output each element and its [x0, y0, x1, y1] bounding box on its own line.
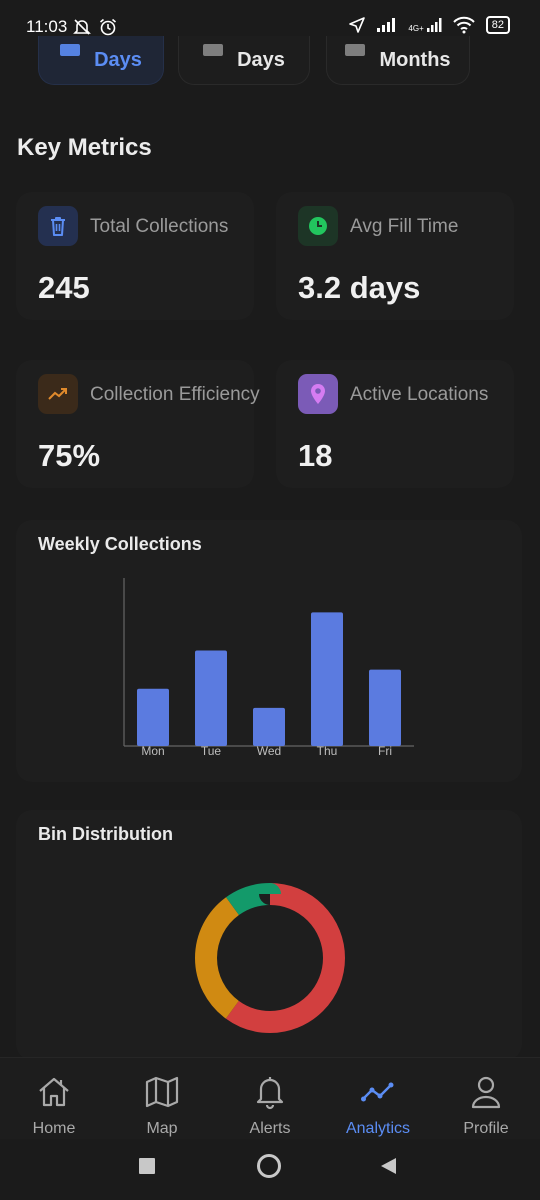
- mute-bell-icon: [73, 19, 91, 35]
- bar-mon: [137, 688, 169, 746]
- bar-fri: [369, 669, 401, 746]
- bar-thu: [311, 612, 343, 746]
- nav-label: Alerts: [249, 1120, 291, 1137]
- keyboard-icon: [203, 44, 224, 56]
- alarm-icon: [99, 18, 117, 36]
- map-pin-icon: [298, 374, 338, 414]
- tab-days[interactable]: Days: [178, 36, 310, 85]
- nav-label: Analytics: [345, 1120, 411, 1137]
- range-tabs: Days Days Months: [38, 36, 508, 86]
- system-nav-bar: [0, 1139, 540, 1200]
- tab-label: Days: [237, 48, 285, 71]
- metric-value: 75%: [38, 438, 101, 473]
- nav-label: Profile: [463, 1120, 509, 1137]
- nav-label: Map: [146, 1120, 178, 1137]
- location-arrow-icon: [349, 17, 366, 33]
- donut-slices: [195, 883, 345, 1033]
- x-tick-label: Wed: [257, 744, 281, 758]
- section-title: Key Metrics: [17, 134, 152, 161]
- bin-distribution-chart: [195, 883, 345, 1033]
- tab-days-active[interactable]: Days: [38, 36, 164, 85]
- tab-months[interactable]: Months: [326, 36, 470, 85]
- trend-up-icon: [38, 374, 78, 414]
- bottom-nav: Home Map Alerts Analytics Profile: [0, 1057, 540, 1140]
- analytics-icon: [361, 1082, 394, 1102]
- clock-icon: [298, 206, 338, 246]
- bin-distribution-card: Bin Distribution: [16, 810, 522, 1060]
- nav-label: Home: [32, 1120, 76, 1137]
- nav-item-profile[interactable]: Profile: [432, 1058, 540, 1140]
- profile-icon: [471, 1076, 501, 1109]
- bar-wed: [253, 707, 285, 746]
- metric-value: 18: [298, 438, 333, 473]
- battery-icon: 82: [485, 16, 510, 34]
- signal-4g-icon: 4G+: [408, 17, 442, 33]
- keyboard-icon: [60, 44, 81, 56]
- x-tick-label: Tue: [201, 744, 222, 758]
- signal-icon: [377, 18, 396, 32]
- home-circle-icon[interactable]: [256, 1153, 282, 1179]
- back-icon[interactable]: [378, 1156, 398, 1176]
- metric-label: Active Locations: [350, 384, 489, 405]
- map-icon: [145, 1076, 179, 1108]
- wifi-icon: [453, 16, 475, 34]
- tab-label: Months: [379, 48, 451, 71]
- network-type: 4G+: [408, 24, 424, 33]
- metric-value: 3.2 days: [298, 270, 421, 305]
- tab-label: Days: [94, 48, 142, 71]
- recent-apps-icon[interactable]: [137, 1156, 157, 1176]
- weekly-collections-card: Weekly Collections Mon Tue Wed Thu Fri: [16, 520, 522, 782]
- bell-icon: [256, 1077, 284, 1110]
- metric-label: Collection Efficiency: [90, 384, 260, 405]
- nav-item-alerts[interactable]: Alerts: [216, 1058, 324, 1140]
- metric-label: Total Collections: [90, 216, 229, 237]
- nav-item-map[interactable]: Map: [108, 1058, 216, 1140]
- metric-card-active-locations: Active Locations 18: [276, 360, 514, 488]
- weekly-collections-chart: Mon Tue Wed Thu Fri: [123, 578, 414, 758]
- nav-item-analytics[interactable]: Analytics: [324, 1058, 432, 1140]
- metric-card-collection-efficiency: Collection Efficiency 75%: [16, 360, 260, 488]
- bar-tue: [195, 650, 227, 746]
- status-time: 11:03: [26, 17, 68, 36]
- home-icon: [39, 1077, 69, 1107]
- x-tick-label: Mon: [141, 744, 164, 758]
- metric-label: Avg Fill Time: [350, 216, 459, 237]
- keyboard-icon: [345, 44, 366, 56]
- battery-level: 82: [491, 19, 504, 31]
- nav-item-home[interactable]: Home: [0, 1058, 108, 1140]
- metric-card-avg-fill-time: Avg Fill Time 3.2 days: [276, 192, 514, 320]
- metric-value: 245: [38, 270, 90, 305]
- x-tick-label: Thu: [317, 744, 338, 758]
- metric-card-total-collections: Total Collections 245: [16, 192, 254, 320]
- trash-icon: [38, 206, 78, 246]
- x-tick-label: Fri: [378, 744, 392, 758]
